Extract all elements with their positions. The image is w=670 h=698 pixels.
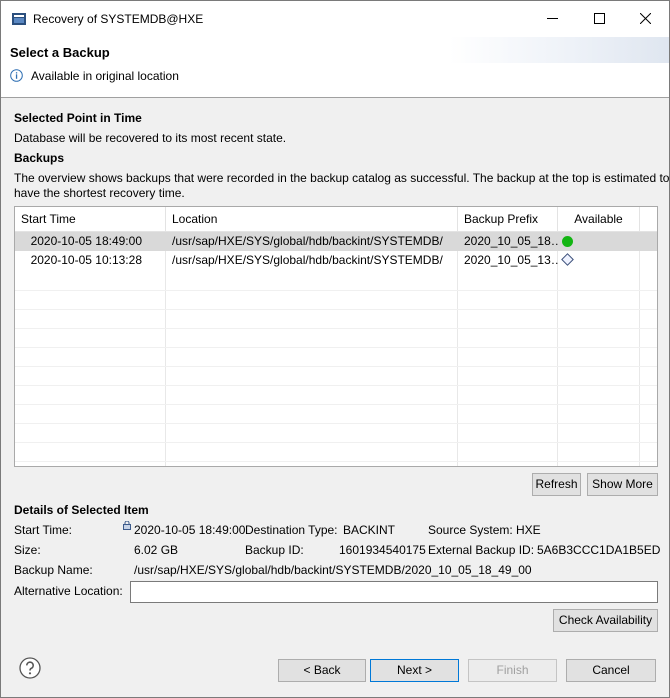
external-backup-id-value: 5A6B3CCC1DA1B5ED — [537, 543, 661, 557]
row-line — [15, 423, 657, 424]
cell-backup-prefix: 2020_10_05_13… — [464, 253, 558, 267]
minimize-button[interactable] — [529, 1, 575, 37]
row-line — [15, 347, 657, 348]
row-line — [15, 404, 657, 405]
cell-location: /usr/sap/HXE/SYS/global/hdb/backint/SYST… — [172, 253, 443, 267]
backups-table[interactable]: Start Time Location Backup Prefix Availa… — [14, 206, 658, 467]
external-backup-id-label: External Backup ID: — [428, 543, 535, 557]
start-time-value: 2020-10-05 18:49:00 — [134, 523, 246, 537]
destination-type-label: Destination Type: — [245, 523, 338, 537]
diamond-icon — [561, 253, 574, 266]
header-banner — [449, 37, 669, 63]
recovery-dialog: Recovery of SYSTEMDB@HXE Select a Backup… — [0, 0, 670, 698]
cell-start-time: 2020-10-05 10:13:28 — [30, 253, 142, 267]
row-line — [15, 385, 657, 386]
cell-backup-prefix: 2020_10_05_18… — [464, 234, 558, 248]
row-line — [15, 290, 657, 291]
app-icon — [12, 13, 26, 25]
backups-heading: Backups — [14, 151, 65, 165]
backups-description-1: The overview shows backups that were rec… — [14, 171, 670, 185]
point-in-time-heading: Selected Point in Time — [14, 111, 142, 125]
cancel-button[interactable]: Cancel — [566, 659, 656, 682]
help-icon[interactable] — [19, 657, 41, 679]
column-header-start-time[interactable]: Start Time — [15, 207, 166, 232]
maximize-button[interactable] — [576, 1, 622, 37]
source-system-value: HXE — [516, 523, 541, 537]
column-header-backup-prefix[interactable]: Backup Prefix — [458, 207, 558, 232]
close-button[interactable] — [622, 1, 668, 37]
backup-name-label: Backup Name: — [14, 563, 93, 577]
backup-id-label: Backup ID: — [245, 543, 304, 557]
refresh-button[interactable]: Refresh — [532, 473, 581, 496]
row-line — [15, 328, 657, 329]
row-line — [15, 366, 657, 367]
finish-button[interactable]: Finish — [468, 659, 557, 682]
cell-start-time: 2020-10-05 18:49:00 — [30, 234, 142, 248]
size-label: Size: — [14, 543, 41, 557]
details-heading: Details of Selected Item — [14, 503, 149, 517]
title-bar: Recovery of SYSTEMDB@HXE — [1, 1, 669, 37]
show-more-button[interactable]: Show More — [587, 473, 658, 496]
row-line — [15, 461, 657, 462]
next-button[interactable]: Next > — [370, 659, 459, 682]
start-time-label: Start Time: — [14, 523, 73, 537]
point-in-time-text: Database will be recovered to its most r… — [14, 131, 287, 145]
table-row[interactable]: 2020-10-05 18:49:00 /usr/sap/HXE/SYS/glo… — [15, 232, 657, 251]
backup-name-value: /usr/sap/HXE/SYS/global/hdb/backint/SYST… — [134, 563, 532, 577]
window-title: Recovery of SYSTEMDB@HXE — [33, 12, 204, 26]
table-row[interactable]: 2020-10-05 10:13:28 /usr/sap/HXE/SYS/glo… — [15, 251, 657, 270]
column-header-available[interactable]: Available — [558, 207, 640, 232]
page-title: Select a Backup — [10, 45, 110, 60]
backup-id-value: 1601934540175 — [339, 543, 426, 557]
alternative-location-input[interactable] — [130, 581, 658, 603]
header-message: Available in original location — [31, 69, 179, 83]
cell-location: /usr/sap/HXE/SYS/global/hdb/backint/SYST… — [172, 234, 443, 248]
close-icon — [639, 12, 651, 25]
row-line — [15, 309, 657, 310]
back-button[interactable]: < Back — [278, 659, 366, 682]
wizard-header: Select a Backup Available in original lo… — [1, 37, 669, 98]
size-value: 6.02 GB — [134, 543, 179, 557]
source-system-label: Source System: — [428, 523, 513, 537]
column-header-location[interactable]: Location — [166, 207, 458, 232]
check-availability-button[interactable]: Check Availability — [553, 609, 658, 632]
table-header: Start Time Location Backup Prefix Availa… — [15, 207, 657, 232]
alternative-location-label: Alternative Location: — [14, 584, 123, 598]
lock-icon — [123, 521, 131, 530]
destination-type-value: BACKINT — [343, 523, 396, 537]
minimize-icon — [546, 18, 558, 19]
maximize-icon — [593, 13, 605, 24]
info-icon — [10, 69, 23, 82]
green-dot-icon — [562, 236, 573, 247]
backups-description-2: have the shortest recovery time. — [14, 186, 185, 200]
row-line — [15, 442, 657, 443]
